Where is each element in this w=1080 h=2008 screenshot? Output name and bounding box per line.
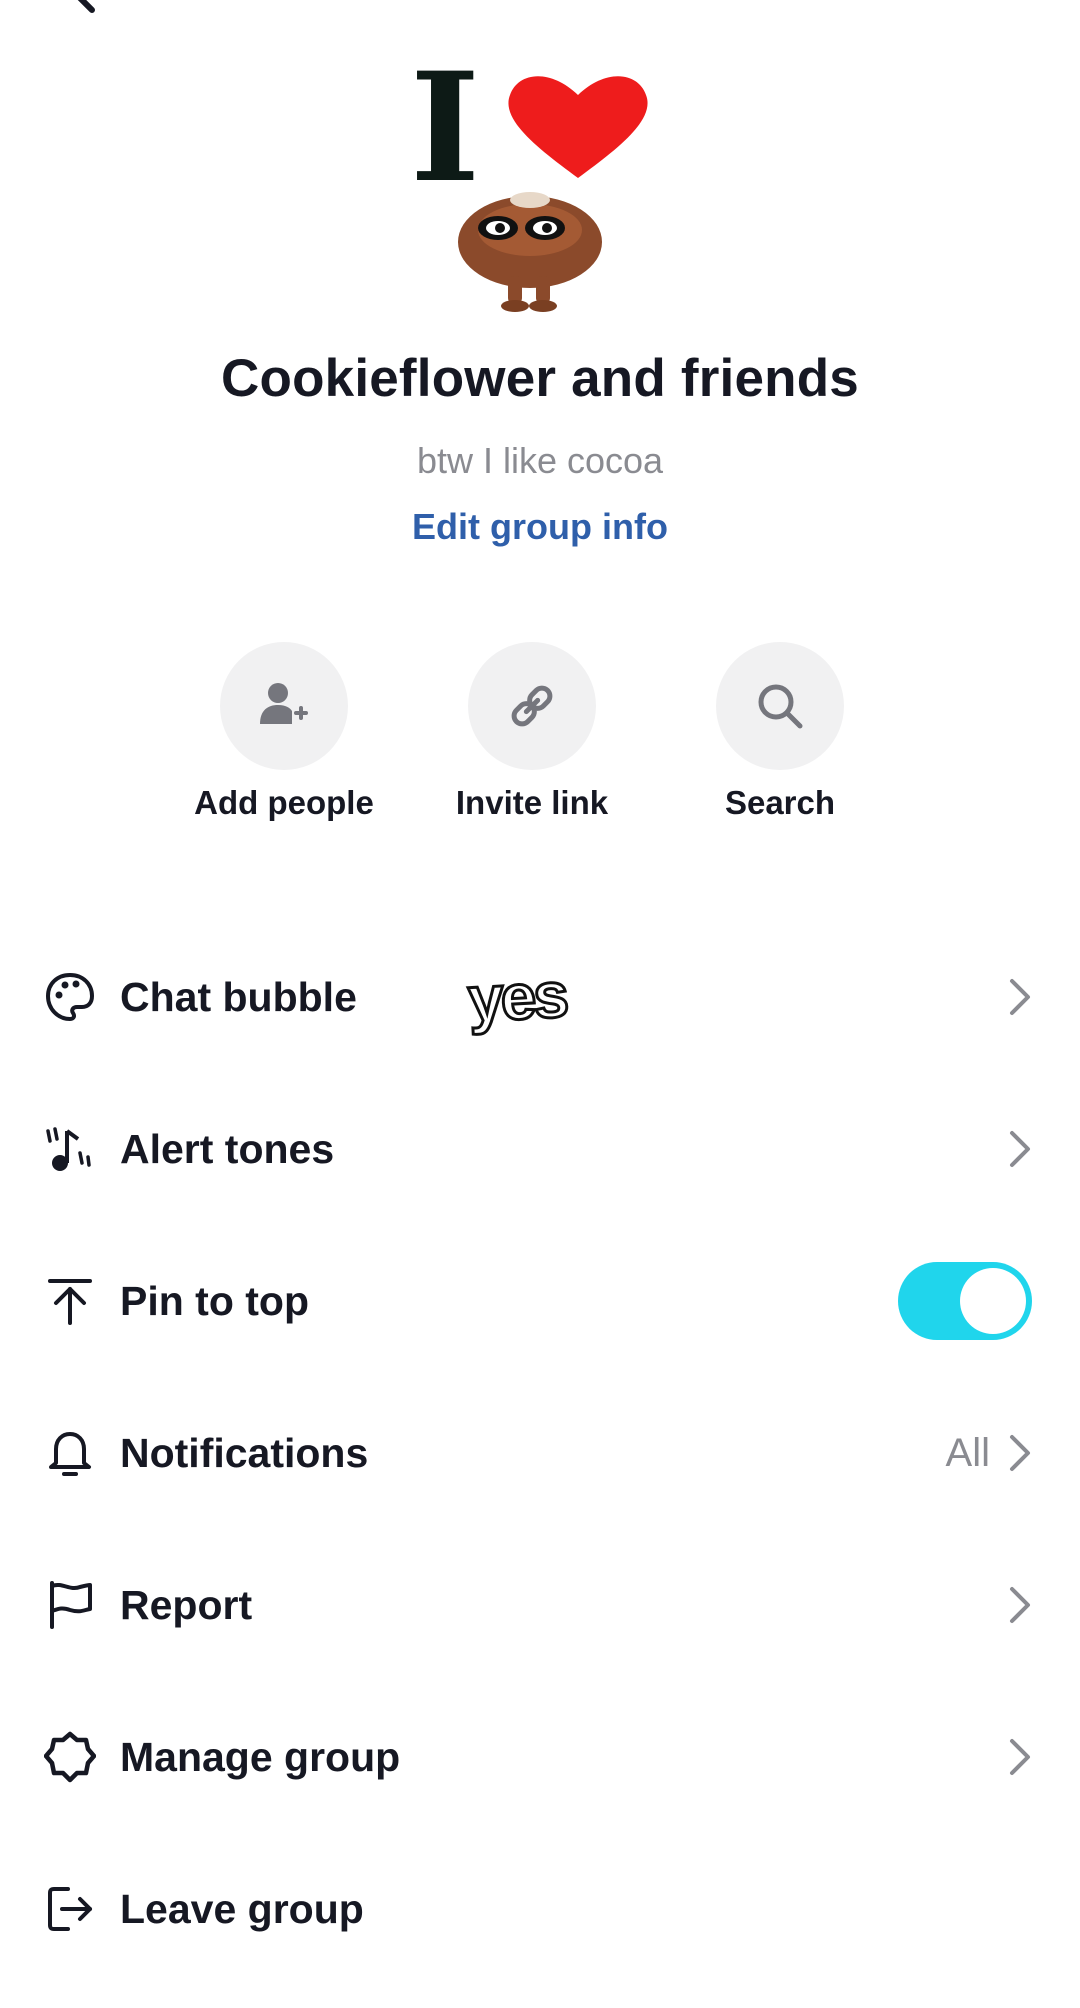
report-label: Report bbox=[120, 1581, 253, 1628]
manage-group-row[interactable]: Manage group bbox=[0, 1682, 1080, 1832]
pin-to-top-label: Pin to top bbox=[120, 1277, 310, 1324]
search-circle bbox=[716, 642, 844, 770]
palette-icon bbox=[42, 969, 98, 1025]
avatar-letter: I bbox=[410, 60, 480, 216]
add-person-icon bbox=[260, 683, 308, 724]
add-people-button[interactable]: Add people bbox=[184, 642, 384, 822]
invite-link-circle bbox=[468, 642, 596, 770]
notifications-value: All bbox=[945, 1430, 990, 1475]
group-avatar[interactable]: I bbox=[400, 40, 680, 320]
alert-tones-label: Alert tones bbox=[120, 1125, 335, 1172]
report-right bbox=[1008, 1530, 1032, 1680]
pin-to-top-right bbox=[898, 1226, 1032, 1376]
exit-icon bbox=[42, 1881, 98, 1937]
group-name: Cookieflower and friends bbox=[221, 349, 859, 408]
back-button[interactable] bbox=[52, 0, 112, 20]
group-description: btw I like cocoa bbox=[416, 440, 664, 481]
invite-link-label: Invite link bbox=[455, 784, 609, 821]
music-note-icon bbox=[42, 1121, 98, 1177]
manage-group-right bbox=[1008, 1682, 1032, 1832]
heart-icon bbox=[508, 76, 648, 178]
pin-to-top-toggle[interactable] bbox=[898, 1262, 1032, 1340]
toggle-knob bbox=[960, 1268, 1026, 1334]
report-row[interactable]: Report bbox=[0, 1530, 1080, 1680]
search-button[interactable]: Search bbox=[680, 642, 880, 822]
chevron-right-icon bbox=[1010, 1435, 1030, 1471]
notifications-label: Notifications bbox=[120, 1429, 369, 1476]
link-icon bbox=[511, 685, 553, 727]
group-avatar-image: I bbox=[410, 40, 648, 312]
add-people-label: Add people bbox=[194, 784, 374, 821]
pin-to-top-row: Pin to top bbox=[0, 1226, 1080, 1376]
chevron-left-icon bbox=[77, 0, 95, 13]
search-icon bbox=[758, 684, 803, 729]
notifications-right: All bbox=[946, 1378, 1032, 1528]
alert-tones-row[interactable]: Alert tones bbox=[0, 1074, 1080, 1224]
yes-sticker: yes bbox=[465, 957, 569, 1037]
alert-tones-right bbox=[1008, 1074, 1032, 1224]
gear-icon bbox=[42, 1729, 98, 1785]
notifications-row[interactable]: Notifications All bbox=[0, 1378, 1080, 1528]
leave-group-label: Leave group bbox=[120, 1885, 364, 1932]
chat-bubble-label: Chat bubble bbox=[120, 973, 357, 1020]
chat-bubble-right bbox=[1008, 922, 1032, 1072]
bell-icon bbox=[42, 1425, 98, 1481]
flag-icon bbox=[42, 1577, 98, 1633]
chevron-right-icon bbox=[1010, 1739, 1030, 1775]
pin-to-top-icon bbox=[42, 1273, 98, 1329]
chevron-right-icon bbox=[1010, 1587, 1030, 1623]
search-label: Search bbox=[724, 784, 836, 821]
add-people-circle bbox=[220, 642, 348, 770]
edit-group-info-link[interactable]: Edit group info bbox=[0, 506, 1080, 548]
invite-link-button[interactable]: Invite link bbox=[432, 642, 632, 822]
cookie-character-image bbox=[458, 192, 602, 312]
leave-group-row[interactable]: Leave group bbox=[0, 1834, 1080, 1984]
chevron-right-icon bbox=[1010, 1131, 1030, 1167]
chevron-right-icon bbox=[1010, 979, 1030, 1015]
manage-group-label: Manage group bbox=[120, 1733, 401, 1780]
